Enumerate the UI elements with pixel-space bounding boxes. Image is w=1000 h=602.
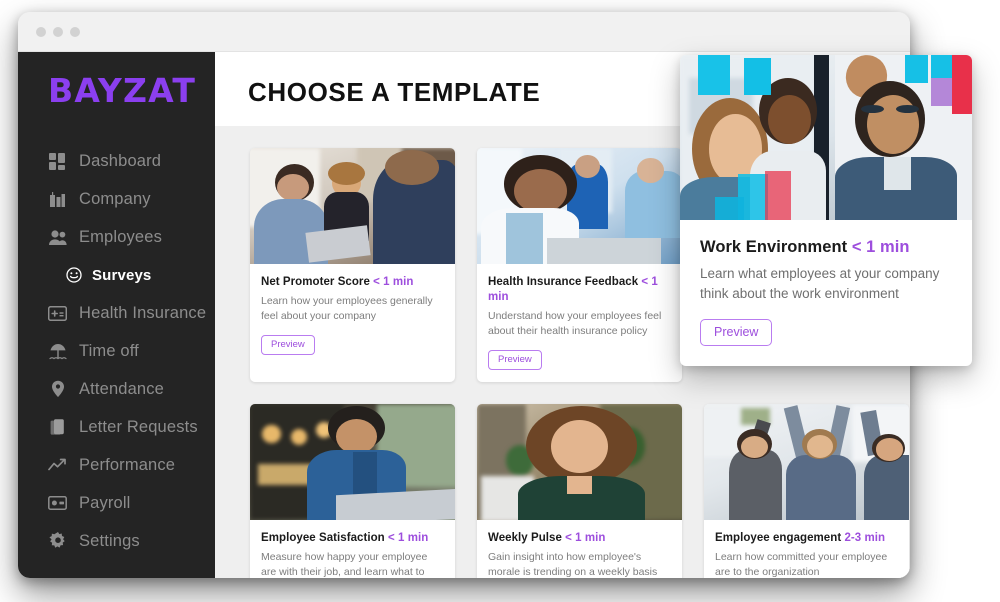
featured-template-card[interactable]: Work Environment < 1 min Learn what empl… [680,55,972,366]
browser-titlebar [18,12,910,52]
sidebar-item-label: Dashboard [79,151,162,170]
card-description: Gain insight into how employee's morale … [488,550,658,578]
sidebar-item-company[interactable]: Company [18,180,215,218]
featured-card-duration: < 1 min [851,238,910,256]
sidebar-nav: Dashboard Company Employees Surveys Heal… [18,142,215,560]
template-card[interactable]: Weekly Pulse < 1 min Gain insight into h… [477,403,682,578]
sidebar-item-letter-requests[interactable]: Letter Requests [18,408,215,446]
card-title: Employee Satisfaction [261,531,385,544]
card-title: Weekly Pulse [488,531,562,544]
sidebar-item-health-insurance[interactable]: Health Insurance [18,294,215,332]
card-description: Learn how committed your employee are to… [715,550,888,578]
featured-card-body: Work Environment < 1 min Learn what empl… [680,220,972,366]
card-duration: < 1 min [373,276,414,288]
sidebar-item-label: Payroll [79,493,131,512]
card-duration: < 1 min [565,531,606,544]
bayzat-logo[interactable]: BAYZAT [48,74,196,107]
smiling-woman-photo [477,403,682,520]
map-pin-icon [48,380,67,399]
featured-card-title: Work Environment [700,238,848,256]
template-card[interactable]: Net Promoter Score < 1 min Learn how you… [250,148,455,382]
sidebar-item-settings[interactable]: Settings [18,522,215,560]
card-duration: < 1 min [388,531,429,544]
featured-preview-button[interactable]: Preview [700,318,773,346]
office-meeting-photo [250,148,455,264]
maximize-icon[interactable] [70,27,80,37]
preview-button[interactable]: Preview [488,349,542,370]
card-body: Weekly Pulse < 1 min Gain insight into h… [477,520,682,578]
building-icon [48,190,67,209]
sidebar-item-label: Time off [79,341,139,360]
sidebar-item-label: Letter Requests [79,417,198,436]
card-body: Health Insurance Feedback < 1 min Unders… [477,264,682,382]
card-description: Learn how your employees generally feel … [261,294,433,322]
sidebar-item-employees[interactable]: Employees [18,218,215,256]
template-card[interactable]: Employee Satisfaction < 1 min Measure ho… [250,403,455,578]
sidebar-item-payroll[interactable]: Payroll [18,484,215,522]
sticky-notes-glasswall-photo [680,55,972,220]
medical-team-photo [477,148,682,264]
people-icon [48,228,67,247]
card-body: Employee engagement 2-3 min Learn how co… [704,520,909,578]
sidebar: BAYZAT Dashboard Company Employees Surve… [18,52,215,578]
page-title: CHOOSE A TEMPLATE [248,77,541,107]
sidebar-item-label: Attendance [79,379,164,398]
sidebar-item-attendance[interactable]: Attendance [18,370,215,408]
card-title-row: Employee engagement 2-3 min [715,531,898,546]
sidebar-item-dashboard[interactable]: Dashboard [18,142,215,180]
sidebar-item-label: Company [79,189,151,208]
dashboard-icon [48,152,67,171]
sidebar-item-surveys[interactable]: Surveys [18,256,215,294]
card-title-row: Net Promoter Score < 1 min [261,275,444,290]
documents-icon [48,418,67,437]
sidebar-item-label: Health Insurance [79,303,207,322]
gear-icon [48,532,67,551]
trend-up-icon [48,456,67,475]
sidebar-item-label: Surveys [92,266,152,284]
smiley-icon [65,267,82,284]
card-title: Employee engagement [715,531,842,544]
window-controls[interactable] [36,27,80,37]
card-description: Measure how happy your employee are with… [261,550,428,578]
man-with-laptop-cafe-photo [250,403,455,520]
card-body: Employee Satisfaction < 1 min Measure ho… [250,520,455,578]
card-title: Health Insurance Feedback [488,276,639,288]
beach-umbrella-icon [48,342,67,361]
card-title-row: Health Insurance Feedback < 1 min [488,275,671,305]
featured-card-description: Learn what employees at your company thi… [700,266,940,301]
sidebar-item-label: Performance [79,455,176,474]
template-card[interactable]: Employee engagement 2-3 min Learn how co… [704,403,909,578]
card-title-row: Weekly Pulse < 1 min [488,531,671,546]
featured-title-row: Work Environment < 1 min [700,237,952,258]
minimize-icon[interactable] [53,27,63,37]
template-card[interactable]: Health Insurance Feedback < 1 min Unders… [477,148,682,382]
insurance-card-icon [48,304,67,323]
card-description: Understand how your employees feel about… [488,309,662,337]
celebrating-team-photo [704,403,909,520]
money-icon [48,494,67,513]
card-body: Net Promoter Score < 1 min Learn how you… [250,264,455,367]
sidebar-item-time-off[interactable]: Time off [18,332,215,370]
sidebar-item-label: Employees [79,227,162,246]
sidebar-item-performance[interactable]: Performance [18,446,215,484]
card-title-row: Employee Satisfaction < 1 min [261,531,444,546]
card-title: Net Promoter Score [261,276,370,288]
screenshot-stage: BAYZAT Dashboard Company Employees Surve… [0,0,1000,602]
card-duration: 2-3 min [844,531,886,544]
close-icon[interactable] [36,27,46,37]
sidebar-item-label: Settings [79,531,140,550]
preview-button[interactable]: Preview [261,334,315,355]
